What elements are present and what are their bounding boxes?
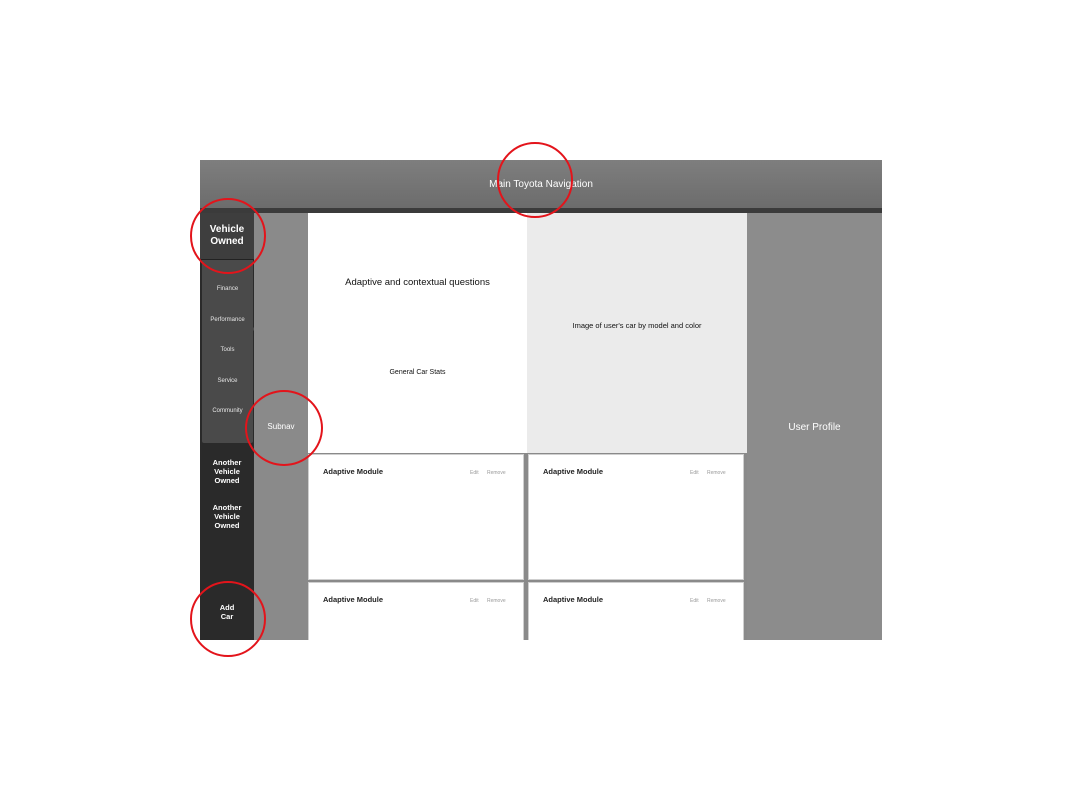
module-edit-link[interactable]: Edit	[690, 598, 699, 604]
menu-item-finance[interactable]: Finance	[202, 286, 253, 292]
user-profile-panel[interactable]: User Profile	[747, 213, 882, 640]
user-profile-label: User Profile	[788, 422, 841, 433]
car-image-placeholder: Image of user's car by model and color	[527, 213, 747, 453]
module-remove-link[interactable]: Remove	[707, 598, 726, 604]
vehicle-menu: Finance Performance Tools Service Commun…	[202, 260, 253, 443]
menu-item-tools[interactable]: Tools	[202, 347, 253, 353]
general-car-stats: General Car Stats	[389, 369, 446, 376]
another-vehicle-owned-1[interactable]: Another Vehicle Owned	[200, 458, 254, 485]
module-title: Adaptive Module	[323, 467, 384, 476]
another-vehicle-owned-2[interactable]: Another Vehicle Owned	[200, 503, 254, 530]
module-remove-link[interactable]: Remove	[707, 470, 726, 476]
module-edit-link[interactable]: Edit	[470, 470, 479, 476]
module-remove-link[interactable]: Remove	[487, 470, 506, 476]
module-remove-link[interactable]: Remove	[487, 598, 506, 604]
module-title: Adaptive Module	[543, 467, 604, 476]
adaptive-module: Adaptive Module Edit Remove	[528, 454, 744, 580]
module-title: Adaptive Module	[543, 595, 604, 604]
annotation-circle	[190, 581, 266, 657]
adaptive-module: Adaptive Module Edit Remove	[308, 454, 524, 580]
menu-item-service[interactable]: Service	[202, 378, 253, 384]
another-vehicle-label: Another Vehicle Owned	[212, 458, 242, 485]
questions-panel: Adaptive and contextual questions Genera…	[308, 213, 527, 453]
menu-item-community[interactable]: Community	[202, 408, 253, 414]
adaptive-module: Adaptive Module Edit Remove	[528, 582, 744, 640]
module-edit-link[interactable]: Edit	[690, 470, 699, 476]
module-edit-link[interactable]: Edit	[470, 598, 479, 604]
annotation-circle	[497, 142, 573, 218]
questions-title: Adaptive and contextual questions	[345, 277, 490, 288]
menu-item-performance[interactable]: Performance	[202, 317, 253, 323]
annotation-circle	[245, 390, 323, 466]
another-vehicle-label: Another Vehicle Owned	[212, 503, 242, 530]
annotation-circle	[190, 198, 266, 274]
module-title: Adaptive Module	[323, 595, 384, 604]
car-image-label: Image of user's car by model and color	[572, 321, 702, 330]
adaptive-module: Adaptive Module Edit Remove	[308, 582, 524, 640]
